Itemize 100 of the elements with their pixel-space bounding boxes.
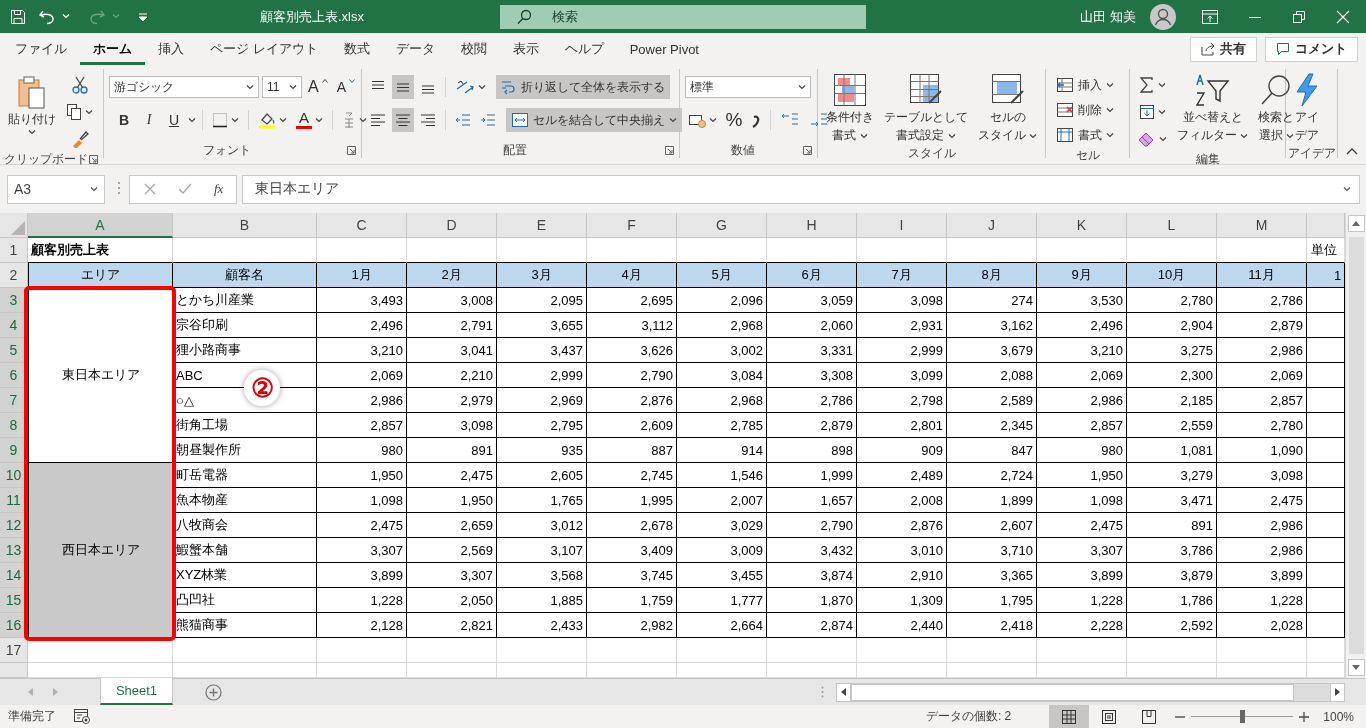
ribbon-display-icon[interactable] <box>1202 9 1218 24</box>
slider-thumb[interactable] <box>1240 710 1246 723</box>
insert-button[interactable]: 挿入 <box>1051 73 1119 97</box>
column-header[interactable]: I <box>857 213 947 238</box>
font-size-dropdown[interactable]: 11 <box>262 76 302 98</box>
row-header[interactable]: 17 <box>0 638 28 663</box>
column-header[interactable]: L <box>1127 213 1217 238</box>
scroll-down-button[interactable] <box>1347 659 1365 676</box>
zoom-level[interactable]: 100% <box>1323 709 1354 724</box>
caret-icon[interactable] <box>478 84 486 90</box>
caret-icon[interactable] <box>28 130 36 135</box>
caret-icon[interactable] <box>1286 134 1294 139</box>
normal-view-button[interactable] <box>1049 705 1090 728</box>
restore-icon[interactable] <box>1292 9 1306 24</box>
caret-icon[interactable] <box>1159 136 1167 142</box>
share-button[interactable]: 共有 <box>1190 36 1257 62</box>
save-icon[interactable] <box>10 8 26 25</box>
name-box[interactable]: A3 <box>7 174 105 204</box>
ribbon-tab[interactable]: 挿入 <box>145 33 197 65</box>
column-header[interactable]: E <box>497 213 587 238</box>
italic-button[interactable]: I <box>138 108 160 132</box>
insert-function-button[interactable]: fx <box>214 181 224 197</box>
close-icon[interactable] <box>1336 9 1350 24</box>
caret-icon[interactable] <box>85 109 93 115</box>
sheet-tab[interactable]: Sheet1 <box>100 678 173 705</box>
percent-button[interactable]: % <box>723 108 745 132</box>
middle-align-button[interactable] <box>392 75 414 99</box>
scroll-up-button[interactable] <box>1347 215 1365 232</box>
increase-font-size-button[interactable]: A <box>305 75 331 99</box>
scroll-right-button[interactable] <box>1330 682 1345 702</box>
merge-center-button[interactable]: セルを結合して中央揃え <box>506 108 682 132</box>
caret-icon[interactable] <box>669 117 677 123</box>
ribbon-tab[interactable]: ファイル <box>2 33 80 65</box>
delete-button[interactable]: 削除 <box>1051 98 1119 122</box>
column-header[interactable]: J <box>947 213 1037 238</box>
dialog-launcher-icon[interactable] <box>665 146 674 155</box>
wrap-text-button[interactable]: 折り返して全体を表示する <box>496 75 670 99</box>
caret-icon[interactable] <box>1106 132 1114 138</box>
caret-icon[interactable] <box>188 117 196 123</box>
caret-icon[interactable] <box>709 117 717 123</box>
caret-icon[interactable] <box>859 134 868 139</box>
caret-icon[interactable] <box>231 117 239 123</box>
caret-icon[interactable] <box>1106 82 1114 88</box>
caret-icon[interactable] <box>279 117 287 123</box>
macro-record-icon[interactable] <box>74 709 90 724</box>
caret-icon[interactable] <box>315 117 323 123</box>
column-header[interactable]: G <box>677 213 767 238</box>
cell-styles-button[interactable]: セルの スタイル <box>975 71 1041 145</box>
ideas-button[interactable]: アイ デア <box>1291 71 1323 145</box>
font-name-dropdown[interactable]: 游ゴシック <box>109 76 259 98</box>
comment-button[interactable]: コメント <box>1265 36 1358 62</box>
ribbon-tab[interactable]: 表示 <box>499 33 552 65</box>
ribbon-tab[interactable]: Power Pivot <box>616 33 712 65</box>
caret-icon[interactable] <box>1158 82 1166 88</box>
window-title[interactable]: 顧客別売上表.xlsx <box>260 7 500 26</box>
dialog-launcher-icon[interactable] <box>89 155 98 164</box>
decrease-font-size-button[interactable]: A <box>333 75 358 99</box>
ribbon-tab[interactable]: 校閲 <box>447 33 500 65</box>
drag-handle-icon[interactable] <box>117 180 121 195</box>
column-header[interactable]: H <box>767 213 857 238</box>
caret-icon[interactable] <box>90 186 98 192</box>
font-color-button[interactable]: A <box>293 108 326 132</box>
conditional-formatting-button[interactable]: 条件付き 書式 <box>823 71 877 145</box>
dialog-launcher-icon[interactable] <box>347 146 356 155</box>
avatar-icon[interactable] <box>1150 3 1176 30</box>
ribbon-tab[interactable]: ヘルプ <box>551 33 617 65</box>
column-header[interactable]: K <box>1037 213 1127 238</box>
row-header[interactable]: 2 <box>0 263 28 288</box>
undo-icon[interactable] <box>38 8 56 25</box>
ribbon-tab[interactable]: ホーム <box>80 33 145 65</box>
collapse-ribbon-icon[interactable] <box>1346 148 1358 155</box>
column-header[interactable]: B <box>173 213 317 238</box>
formula-field[interactable]: 東日本エリア <box>242 174 1360 204</box>
column-header[interactable]: C <box>317 213 407 238</box>
column-header[interactable]: A <box>28 213 173 238</box>
ribbon-tab[interactable]: 数式 <box>330 33 383 65</box>
search-icon[interactable] <box>516 8 532 25</box>
center-button[interactable] <box>392 108 414 132</box>
row-header[interactable]: 1 <box>0 238 28 263</box>
format-as-table-button[interactable]: テーブルとして 書式設定 <box>881 71 971 145</box>
caret-icon[interactable] <box>947 134 956 139</box>
format-button[interactable]: 書式 <box>1051 123 1119 147</box>
add-sheet-icon[interactable] <box>205 683 222 701</box>
sort-filter-button[interactable]: 並べ替えと フィルター <box>1174 71 1252 145</box>
caret-icon[interactable] <box>798 84 806 90</box>
caret-icon[interactable] <box>289 84 297 90</box>
dialog-launcher-icon[interactable] <box>803 146 812 155</box>
number-format-dropdown[interactable]: 標準 <box>685 76 811 98</box>
underline-button[interactable]: U <box>163 108 185 132</box>
caret-icon[interactable] <box>1343 186 1351 192</box>
paste-button[interactable]: 貼り付け <box>5 71 59 137</box>
column-header[interactable]: D <box>407 213 497 238</box>
scrollbar-thumb[interactable] <box>851 683 1294 701</box>
caret-icon[interactable] <box>1158 109 1166 115</box>
column-header[interactable]: F <box>587 213 677 238</box>
bold-button[interactable]: B <box>113 108 135 132</box>
ribbon-tab[interactable]: ページ レイアウト <box>197 33 331 65</box>
caret-icon[interactable] <box>1029 134 1038 139</box>
search-field[interactable]: 検索 <box>500 4 866 29</box>
zoom-in-icon[interactable] <box>1299 711 1310 722</box>
